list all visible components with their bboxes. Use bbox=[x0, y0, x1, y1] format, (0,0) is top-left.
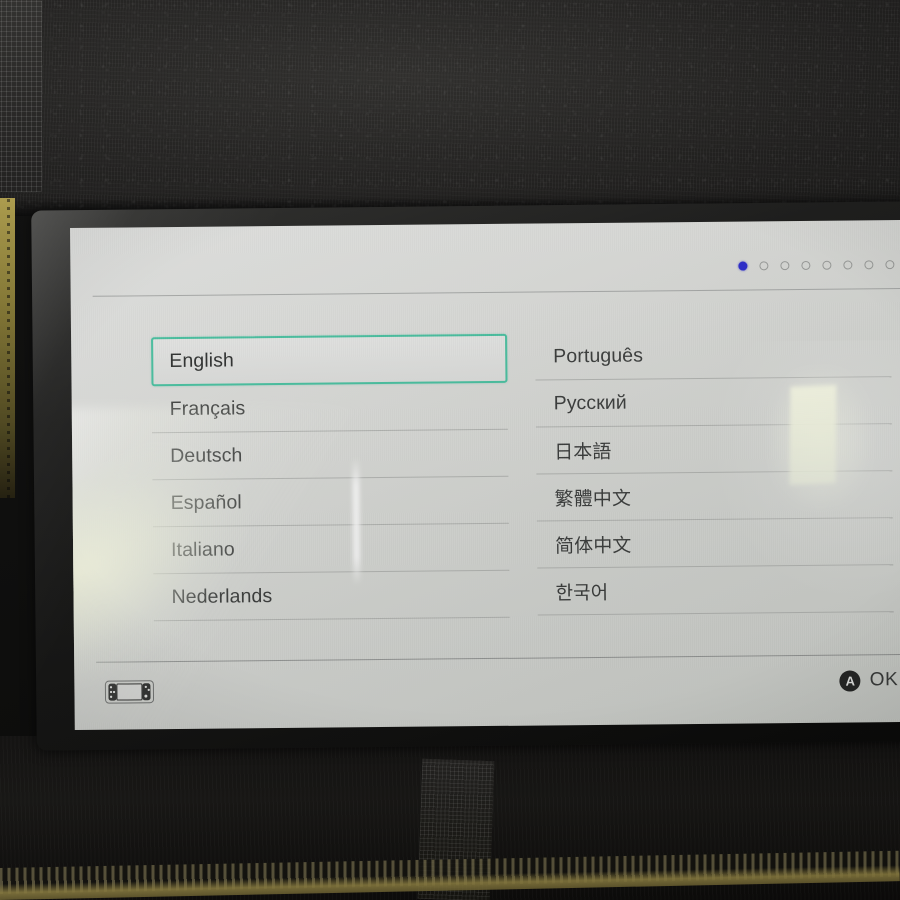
language-label: Русский bbox=[553, 391, 627, 414]
page-dot-5[interactable] bbox=[822, 260, 832, 270]
confirm-label: OK bbox=[869, 669, 899, 691]
case-strap-mesh bbox=[0, 0, 42, 192]
language-option-japanese[interactable]: 日本語 bbox=[535, 424, 893, 475]
page-dot-3[interactable] bbox=[780, 261, 790, 271]
case-fabric-texture bbox=[0, 0, 900, 216]
switch-console-handheld-icon bbox=[104, 678, 155, 705]
language-option-english[interactable]: English bbox=[151, 333, 508, 387]
language-option-deutsch[interactable]: Deutsch bbox=[151, 429, 509, 481]
language-option-italiano[interactable]: Italiano bbox=[152, 523, 510, 575]
language-label: Italiano bbox=[170, 537, 235, 561]
language-label: Deutsch bbox=[170, 443, 243, 467]
screen-footer: A OK bbox=[74, 655, 900, 730]
language-option-korean[interactable]: 한국어 bbox=[537, 565, 894, 616]
setup-page-indicator bbox=[738, 260, 895, 271]
language-label: English bbox=[169, 349, 235, 373]
language-label: Français bbox=[169, 396, 246, 420]
case-yellow-edge bbox=[0, 198, 15, 498]
screen-content: English Français Deutsch Español Italian… bbox=[70, 219, 900, 730]
page-dot-2[interactable] bbox=[759, 261, 769, 271]
language-option-chinese-traditional[interactable]: 繁體中文 bbox=[536, 471, 893, 522]
language-label: Nederlands bbox=[171, 584, 273, 608]
page-dot-1[interactable] bbox=[738, 261, 748, 271]
language-option-chinese-simplified[interactable]: 简体中文 bbox=[536, 518, 894, 569]
language-column-left: English Français Deutsch Español Italian… bbox=[151, 333, 510, 622]
page-dot-7[interactable] bbox=[864, 260, 874, 270]
page-dot-6[interactable] bbox=[843, 260, 853, 270]
photo-scene: English Français Deutsch Español Italian… bbox=[0, 0, 900, 900]
console-screen: English Français Deutsch Español Italian… bbox=[70, 219, 900, 730]
language-list: English Français Deutsch Español Italian… bbox=[151, 330, 894, 622]
language-column-right: Português Русский 日本語 繁體中文 简体中文 한국어 bbox=[535, 330, 894, 617]
language-option-francais[interactable]: Français bbox=[151, 382, 508, 434]
language-label: Español bbox=[170, 490, 242, 514]
language-label: 简体中文 bbox=[554, 535, 632, 557]
language-option-nederlands[interactable]: Nederlands bbox=[153, 570, 510, 622]
language-label: 日本語 bbox=[554, 441, 612, 463]
header-divider bbox=[92, 287, 900, 297]
language-label: Português bbox=[553, 344, 644, 367]
a-button-icon: A bbox=[839, 669, 861, 692]
language-option-russian[interactable]: Русский bbox=[535, 377, 892, 428]
language-option-portugues[interactable]: Português bbox=[535, 330, 892, 381]
language-option-espanol[interactable]: Español bbox=[152, 476, 509, 528]
page-dot-4[interactable] bbox=[801, 260, 811, 270]
language-label: 한국어 bbox=[555, 582, 609, 604]
confirm-action[interactable]: A OK bbox=[839, 669, 899, 692]
page-dot-8[interactable] bbox=[885, 260, 895, 270]
language-label: 繁體中文 bbox=[554, 488, 632, 510]
